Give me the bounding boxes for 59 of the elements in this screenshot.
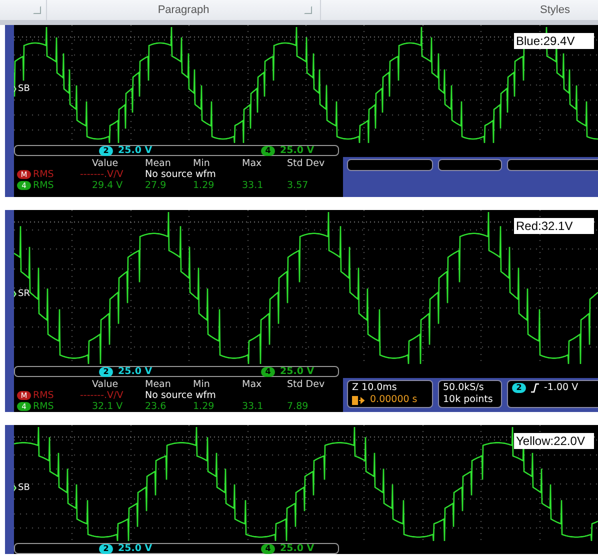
table-cell: 33.1 [242, 401, 264, 412]
table-cell: -------.V/V [80, 169, 124, 180]
table-cell: 23.6 [145, 401, 166, 412]
channel-badge: 4 [261, 544, 275, 554]
measurement-name: RMS [33, 169, 54, 180]
table-cell: -------.V/V [80, 390, 124, 401]
table-cell: 33.1 [242, 180, 264, 191]
measurement-name: RMS [33, 401, 54, 412]
table-cell: 1.29 [193, 180, 214, 191]
channel-badge: 2 [99, 544, 113, 554]
channel-scale: 25.0 V [280, 366, 314, 377]
table-cell: No source wfm [145, 169, 216, 180]
table-cell: 1.29 [193, 401, 214, 412]
column-header: Mean [145, 158, 171, 169]
channel-scale: 25.0 V [280, 145, 314, 156]
column-header: Std Dev [287, 158, 325, 169]
channel-badge: 2 [99, 366, 113, 376]
table-cell: No source wfm [145, 390, 216, 401]
ribbon-group-label: Styles [540, 4, 570, 16]
channel-badge: 4 [261, 146, 275, 156]
column-header: Min [193, 158, 210, 169]
measurement-name: RMS [33, 390, 54, 401]
channel-badge: 4 [261, 366, 275, 376]
trigger-level: -1.00 V [544, 382, 578, 394]
voltage-label: Blue:29.4V [514, 33, 594, 49]
column-header: Max [242, 379, 262, 390]
channel-badge: 2 [99, 146, 113, 156]
voltage-label: Red:32.1V [514, 218, 594, 234]
trigger-position-value: 0.00000 s [370, 394, 418, 406]
channel-scale: 25.0 V [118, 145, 152, 156]
acquisition-panel [438, 159, 502, 171]
measurement-name: RMS [33, 180, 54, 191]
rising-edge-icon [530, 383, 540, 393]
channel-badge: 2 [512, 383, 526, 393]
column-header: Value [92, 158, 118, 169]
marker-label: SB [18, 482, 30, 493]
column-header: Min [193, 379, 210, 390]
table-cell: 3.57 [287, 180, 308, 191]
dialog-launcher-icon[interactable] [33, 6, 41, 14]
record-length: 10k points [443, 394, 494, 406]
marker-label: SB [18, 84, 30, 94]
trigger-position-icon [352, 396, 366, 404]
table-cell: 29.4 V [92, 180, 123, 191]
dialog-launcher-icon[interactable] [304, 6, 312, 14]
table-cell: 32.1 V [92, 401, 123, 412]
column-header: Value [92, 379, 118, 390]
column-header: Mean [145, 379, 171, 390]
table-cell: 7.89 [287, 401, 308, 412]
channel-scale: 25.0 V [280, 543, 314, 554]
column-header: Max [242, 158, 262, 169]
table-cell: 27.9 [145, 180, 166, 191]
channel-scale: 25.0 V [118, 366, 152, 377]
sample-rate: 50.0kS/s [443, 382, 485, 394]
column-header: Std Dev [287, 379, 325, 390]
ribbon-group-label: Paragraph [158, 4, 210, 16]
timebase-value: Z 10.0ms [352, 382, 398, 394]
voltage-label: Yellow:22.0V [514, 433, 594, 449]
channel-scale: 25.0 V [118, 543, 152, 554]
marker-label: SR [18, 288, 30, 299]
